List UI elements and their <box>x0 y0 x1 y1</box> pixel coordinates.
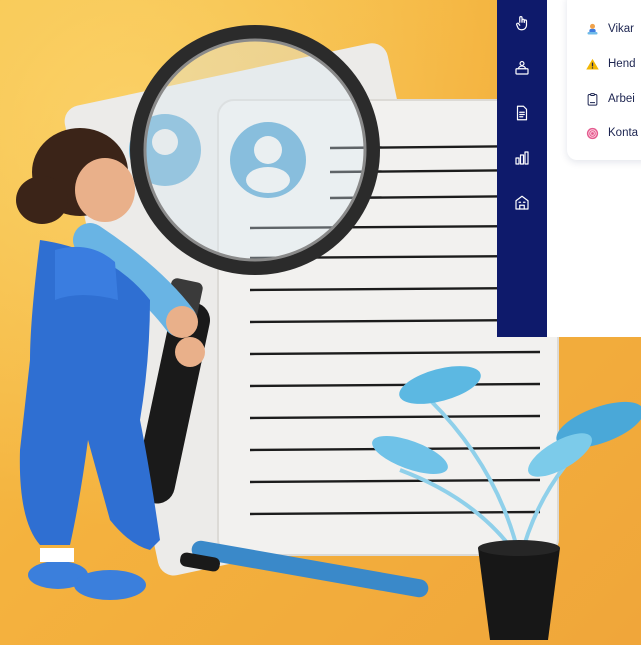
menu-item-label: Arbei <box>608 93 635 105</box>
menu-item-label: Hend <box>608 58 636 70</box>
menu-item-hend[interactable]: Hend <box>585 55 636 73</box>
bar-chart-icon[interactable] <box>509 145 535 171</box>
contact-globe-icon <box>585 126 600 141</box>
menu-item-label: Konta <box>608 127 639 139</box>
menu-item-arbei[interactable]: Arbei <box>585 90 635 108</box>
menu-item-konta[interactable]: Konta <box>585 124 638 142</box>
building-icon[interactable] <box>509 190 535 216</box>
document-icon[interactable] <box>509 100 535 126</box>
menu-item-vikar[interactable]: Vikar <box>585 20 634 38</box>
substitute-person-icon <box>585 22 600 37</box>
hand-pointer-icon[interactable] <box>509 10 535 36</box>
warning-icon <box>585 57 600 72</box>
sidebar <box>497 0 547 337</box>
menu-item-label: Vikar <box>608 23 634 35</box>
clipboard-icon <box>585 92 600 107</box>
user-desk-icon[interactable] <box>509 55 535 81</box>
